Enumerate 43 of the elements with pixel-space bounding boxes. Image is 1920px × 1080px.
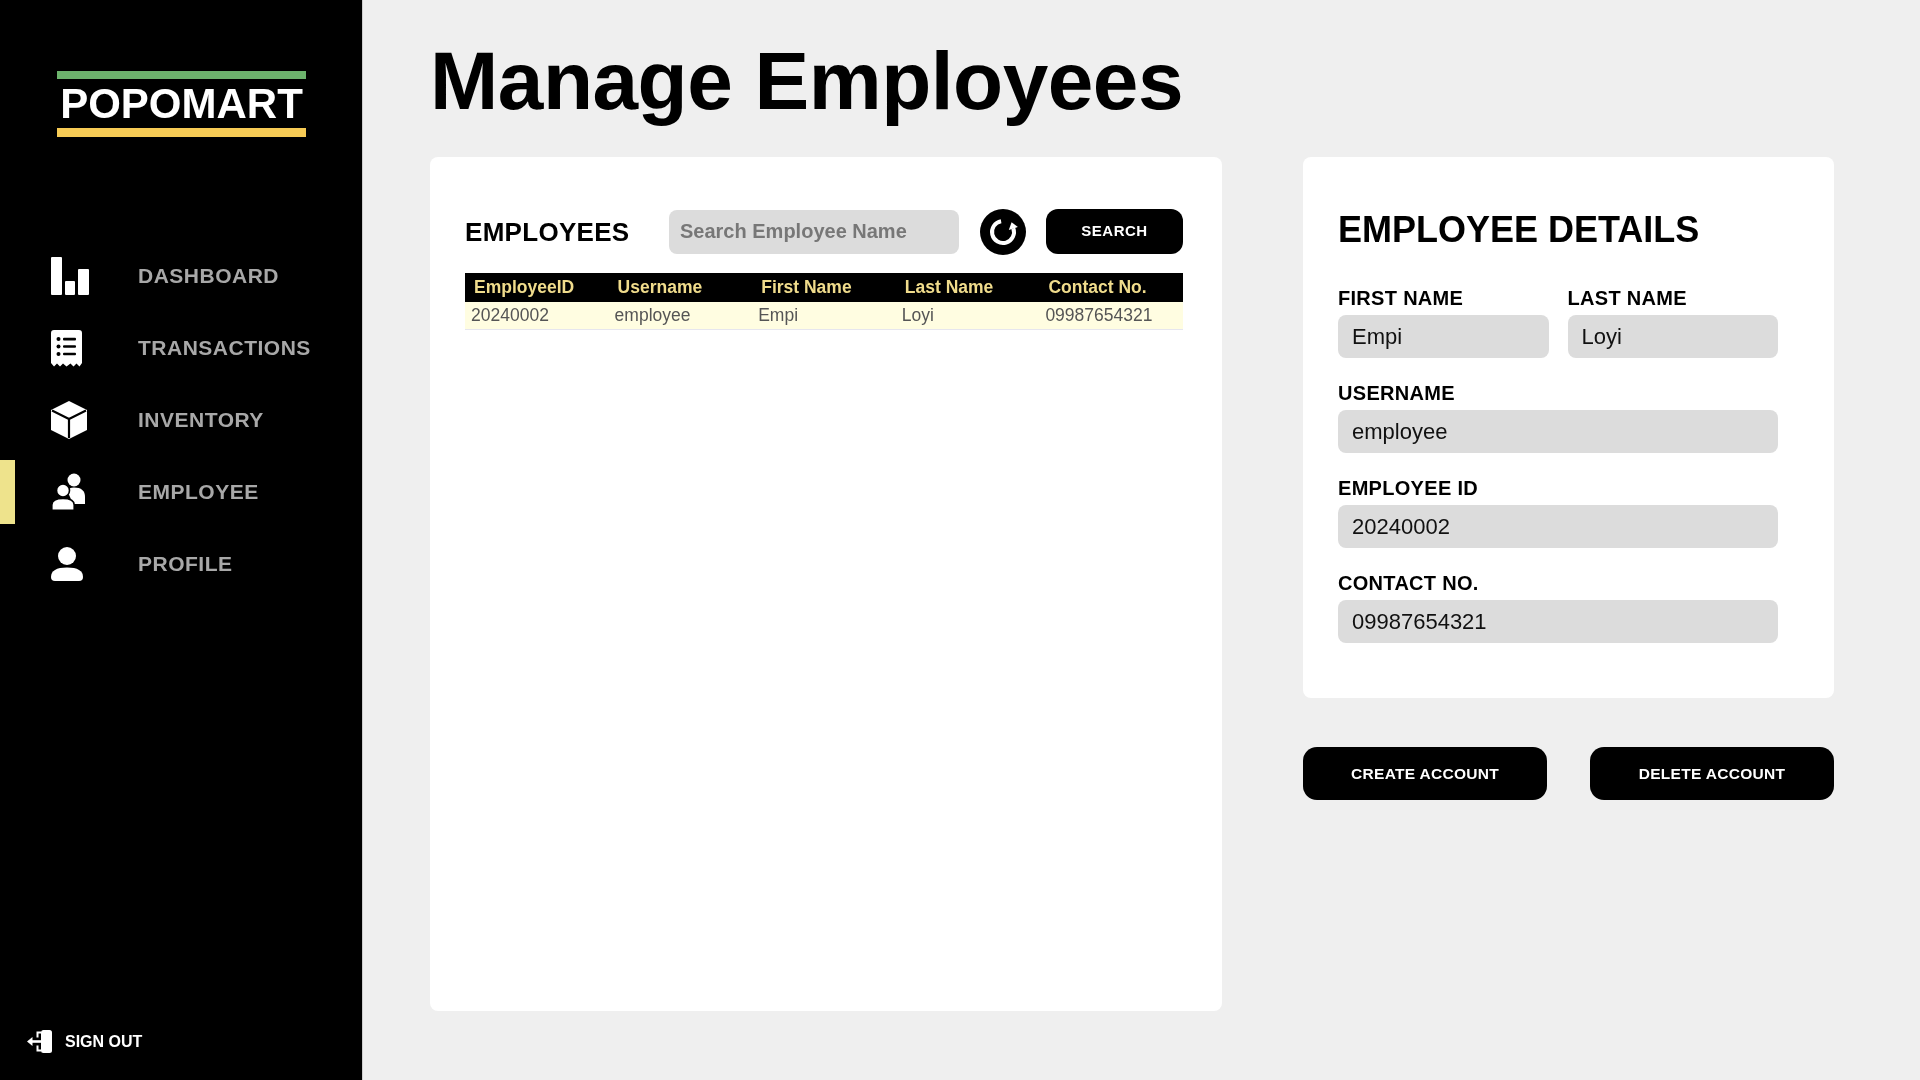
nav-item[interactable]: PROFILE [0,532,245,596]
refresh-icon [980,208,1026,255]
search-button[interactable]: SEARCH [1046,209,1183,254]
table-cell: Empi [752,302,896,330]
selection-indicator [0,460,15,524]
table-cell: Loyi [895,302,1040,330]
column-header[interactable]: Username [608,273,753,302]
field-label: FIRST NAME [1338,286,1465,310]
text-field[interactable]: 20240002 [1338,505,1778,548]
text-field[interactable]: Loyi [1567,315,1778,358]
nav-item[interactable]: EMPLOYEE [0,460,271,524]
table-cell: 09987654321 [1039,302,1183,330]
nav-item[interactable]: TRANSACTIONS [0,316,323,380]
cube-icon [51,401,87,439]
search-field[interactable]: Search Employee Name [669,209,959,254]
door-arrow-icon [27,1030,52,1053]
receipt-icon [51,329,82,367]
nav-item[interactable]: DASHBOARD [0,244,291,308]
field-label: CONTACT NO. [1338,571,1480,595]
column-header[interactable]: First Name [752,273,896,302]
text-field[interactable]: employee [1338,410,1778,453]
text-field[interactable]: 09987654321 [1338,600,1778,643]
column-header[interactable]: Contact No. [1039,273,1183,302]
refresh-button[interactable] [980,208,1026,255]
people-icon [51,473,85,511]
panel-title: EMPLOYEE DETAILS [1338,208,1701,252]
field-label: LAST NAME [1567,286,1688,310]
field-label: EMPLOYEE ID [1338,476,1479,500]
text-field[interactable]: Empi [1338,315,1549,358]
logo-text: POPOMART [57,71,306,137]
sign-out-button[interactable]: SIGN OUT [27,1030,143,1053]
table-cell: employee [608,302,753,330]
nav-item[interactable]: INVENTORY [0,388,276,452]
bar-chart-icon [51,257,89,295]
field-label: USERNAME [1338,381,1456,405]
person-icon [51,547,83,581]
panel-title: EMPLOYEES [465,216,631,247]
create-button[interactable]: CREATE ACCOUNT [1303,747,1547,800]
column-header[interactable]: Last Name [895,273,1040,302]
table-cell: 20240002 [465,302,609,330]
table-row[interactable]: 20240002 employee Empi Loyi 09987654321 [465,302,1183,330]
column-header[interactable]: EmployeeID [465,273,609,302]
delete-button[interactable]: DELETE ACCOUNT [1590,747,1834,800]
